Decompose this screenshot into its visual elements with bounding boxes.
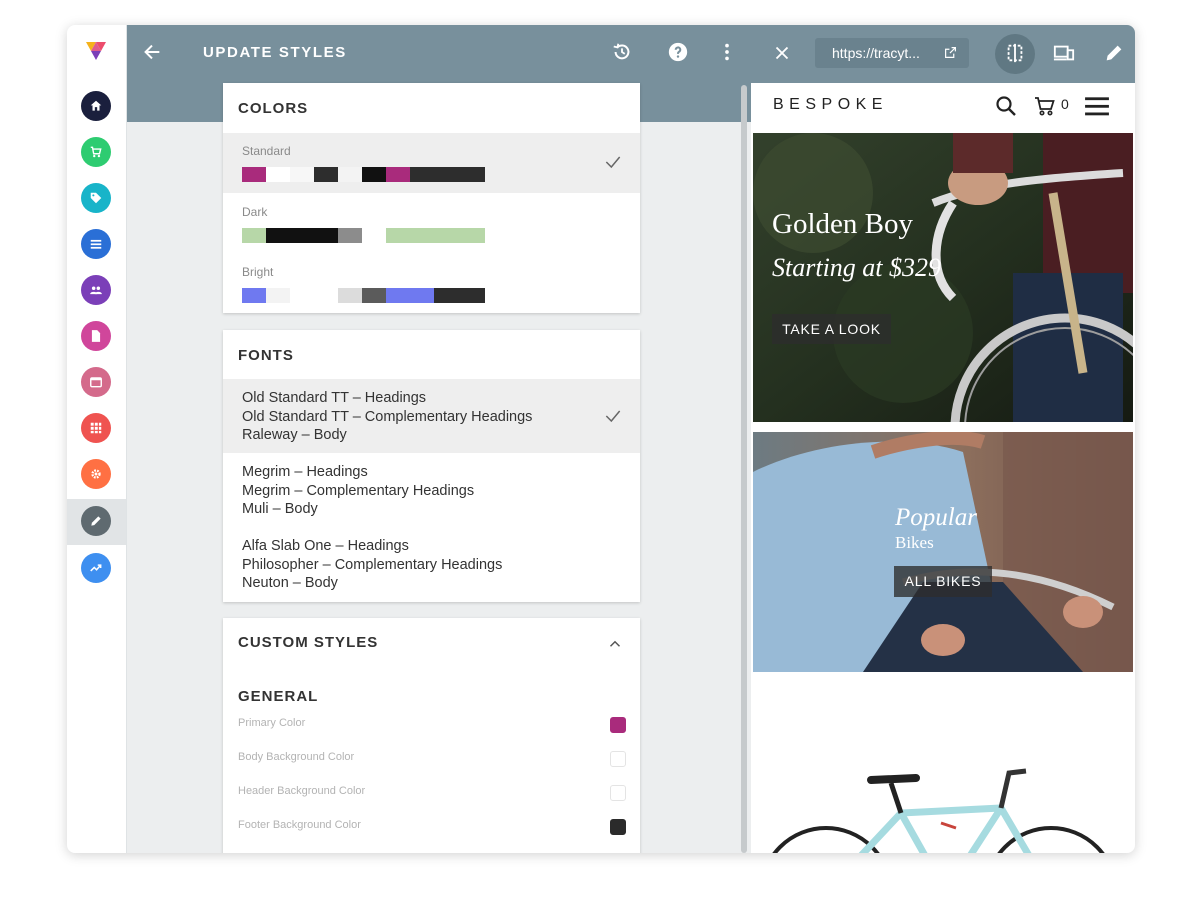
apps-icon[interactable]: [81, 413, 111, 443]
font-body-line: Muli – Body: [242, 501, 318, 517]
hero-title: Popular: [895, 504, 977, 531]
footer-background-swatch[interactable]: [610, 819, 626, 835]
split-view-icon[interactable]: [1002, 40, 1028, 66]
help-icon[interactable]: [666, 40, 690, 64]
external-link-icon[interactable]: [944, 46, 957, 59]
custom-styles-title: CUSTOM STYLES: [238, 634, 379, 651]
more-vert-icon[interactable]: [715, 40, 739, 64]
hero-title: Golden Boy: [772, 208, 913, 240]
body-background-label: Body Background Color: [238, 751, 355, 763]
menu-icon[interactable]: [1084, 93, 1110, 119]
site-header: BESPOKE 0: [751, 83, 1135, 133]
page-title: UPDATE STYLES: [203, 44, 347, 61]
bike-product-image: [772, 768, 1105, 853]
style-editor-panel: UPDATE STYLES COLORS Standard Dark Brigh…: [127, 25, 751, 853]
font-heading-line: Alfa Slab One – Headings: [242, 538, 409, 554]
custom-styles-card: CUSTOM STYLES GENERAL Primary Color Body…: [223, 618, 640, 853]
font-option-lines: Alfa Slab One – Headings Philosopher – C…: [242, 537, 502, 593]
font-body-line: Raleway – Body: [242, 427, 347, 443]
users-icon[interactable]: [81, 275, 111, 305]
font-option-2[interactable]: Megrim – Headings Megrim – Complementary…: [223, 453, 640, 525]
color-scheme-bright[interactable]: Bright: [223, 255, 640, 313]
general-section-title: GENERAL: [238, 688, 319, 705]
url-text: https://tracyt...: [832, 45, 920, 61]
hero-banner-golden-boy[interactable]: Golden Boy Starting at $329 TAKE A LOOK: [753, 133, 1133, 422]
fonts-card: FONTS Old Standard TT – Headings Old Sta…: [223, 330, 640, 602]
site-preview: https://tracyt... BESPOKE 0 Golden Boy S…: [751, 25, 1135, 853]
font-option-lines: Megrim – Headings Megrim – Complementary…: [242, 463, 474, 519]
font-heading-line: Megrim – Headings: [242, 464, 368, 480]
search-icon[interactable]: [994, 94, 1018, 118]
primary-color-label: Primary Color: [238, 717, 306, 729]
font-option-1[interactable]: Old Standard TT – Headings Old Standard …: [223, 379, 640, 453]
header-background-label: Header Background Color: [238, 785, 366, 797]
hero-subtitle: Bikes: [895, 533, 934, 552]
scheme-swatches: [242, 167, 485, 182]
header-background-swatch[interactable]: [610, 785, 626, 801]
edit-icon[interactable]: [1101, 40, 1127, 66]
icon-rail: [67, 25, 127, 853]
editor-toolbar: UPDATE STYLES: [127, 25, 751, 83]
calendar-icon[interactable]: [81, 367, 111, 397]
scheme-swatches: [242, 228, 485, 243]
color-scheme-standard[interactable]: Standard: [223, 133, 640, 193]
list-icon[interactable]: [81, 229, 111, 259]
font-body-line: Neuton – Body: [242, 575, 338, 591]
font-complementary-line: Old Standard TT – Complementary Headings: [242, 408, 533, 425]
history-icon[interactable]: [610, 40, 634, 64]
scheme-name: Standard: [242, 144, 291, 158]
url-field[interactable]: https://tracyt...: [815, 38, 969, 68]
fonts-card-title: FONTS: [238, 347, 294, 364]
logo-icon[interactable]: [84, 39, 108, 63]
color-scheme-dark[interactable]: Dark: [223, 195, 640, 253]
checkmark-icon: [605, 156, 621, 169]
body-background-swatch[interactable]: [610, 751, 626, 767]
checkmark-icon: [605, 410, 621, 423]
page-icon[interactable]: [81, 321, 111, 351]
site-brand[interactable]: BESPOKE: [773, 96, 888, 114]
editor-scrollbar[interactable]: [741, 85, 747, 853]
scheme-name: Bright: [242, 265, 274, 279]
settings-icon[interactable]: [81, 459, 111, 489]
back-arrow-icon[interactable]: [140, 40, 164, 64]
hero-subtitle: Starting at $329: [772, 253, 942, 282]
colors-card: COLORS Standard Dark Bright: [223, 83, 640, 313]
cart-count: 0: [1061, 96, 1069, 112]
close-icon[interactable]: [769, 40, 795, 66]
preview-toolbar: https://tracyt...: [751, 25, 1135, 83]
font-heading-line: Old Standard TT – Headings: [242, 390, 427, 406]
colors-card-title: COLORS: [238, 100, 309, 117]
analytics-icon[interactable]: [81, 553, 111, 583]
cyclist-image: [753, 432, 1133, 672]
scheme-swatches: [242, 288, 485, 303]
hero-banner-popular-bikes[interactable]: Popular Bikes ALL BIKES: [753, 432, 1133, 672]
devices-icon[interactable]: [1051, 40, 1077, 66]
tag-icon[interactable]: [81, 183, 111, 213]
footer-background-label: Footer Background Color: [238, 819, 361, 831]
cart-icon[interactable]: [1033, 94, 1057, 118]
font-complementary-line: Megrim – Complementary Headings: [242, 482, 475, 499]
take-a-look-button[interactable]: TAKE A LOOK: [772, 314, 891, 344]
chevron-up-icon[interactable]: [606, 635, 624, 653]
font-option-3[interactable]: Alfa Slab One – Headings Philosopher – C…: [223, 527, 640, 599]
scheme-name: Dark: [242, 205, 268, 219]
cart-icon[interactable]: [81, 137, 111, 167]
primary-color-swatch[interactable]: [610, 717, 626, 733]
all-bikes-button[interactable]: ALL BIKES: [894, 566, 992, 597]
app-window: UPDATE STYLES COLORS Standard Dark Brigh…: [67, 25, 1135, 853]
home-icon[interactable]: [81, 91, 111, 121]
font-option-lines: Old Standard TT – Headings Old Standard …: [242, 389, 532, 445]
font-complementary-line: Philosopher – Complementary Headings: [242, 556, 503, 573]
pencil-icon[interactable]: [81, 506, 111, 536]
